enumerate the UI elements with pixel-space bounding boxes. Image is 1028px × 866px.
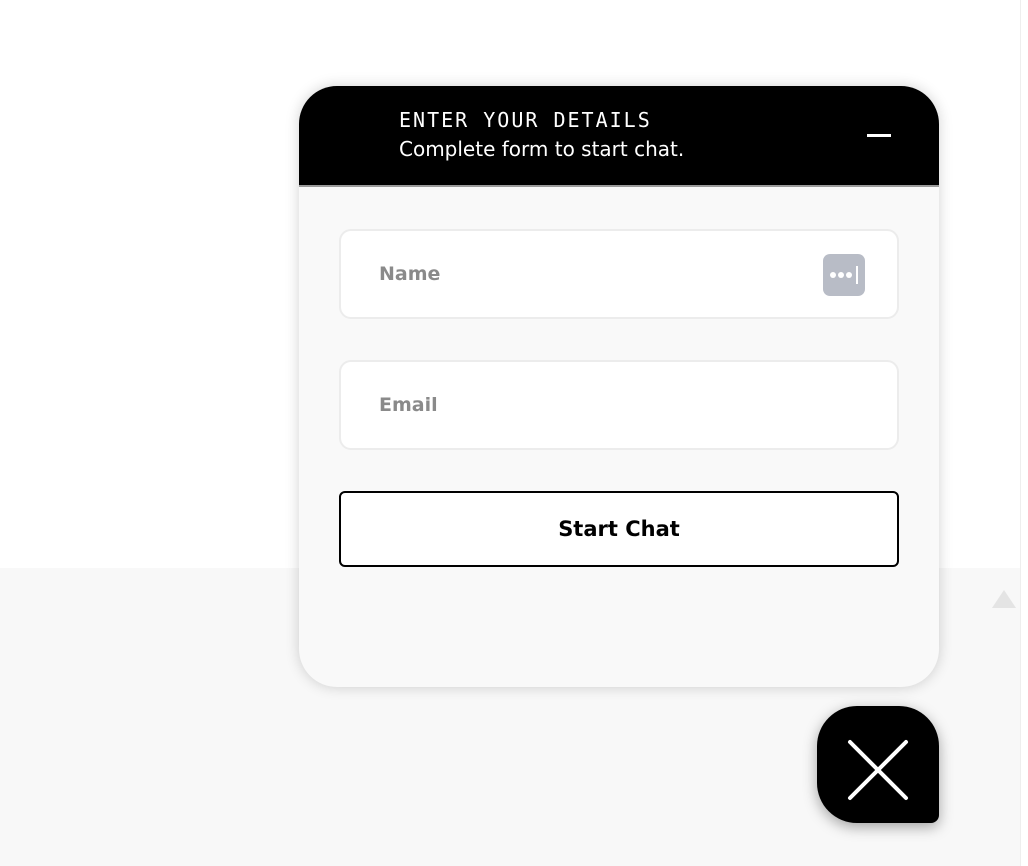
name-input[interactable] (379, 231, 809, 317)
chat-launcher-close-button[interactable] (817, 706, 939, 823)
chat-widget-panel: ENTER YOUR DETAILS Complete form to star… (299, 86, 939, 687)
autofill-dot (838, 272, 844, 278)
close-icon (848, 740, 908, 800)
chat-header: ENTER YOUR DETAILS Complete form to star… (299, 86, 939, 187)
email-input[interactable] (379, 362, 809, 448)
chat-header-title: ENTER YOUR DETAILS (399, 108, 652, 132)
start-chat-button[interactable]: Start Chat (339, 491, 899, 567)
autofill-dot (830, 272, 836, 278)
email-field[interactable] (339, 360, 899, 450)
autofill-dot (846, 272, 852, 278)
name-field[interactable] (339, 229, 899, 319)
chat-header-subtitle: Complete form to start chat. (399, 137, 685, 161)
minimize-button[interactable] (855, 114, 903, 154)
minimize-icon (867, 134, 891, 137)
scrollbar[interactable] (1020, 0, 1028, 866)
autofill-cursor-bar (856, 266, 858, 284)
password-manager-icon[interactable] (823, 254, 865, 296)
scroll-up-arrow-icon[interactable] (992, 590, 1016, 608)
